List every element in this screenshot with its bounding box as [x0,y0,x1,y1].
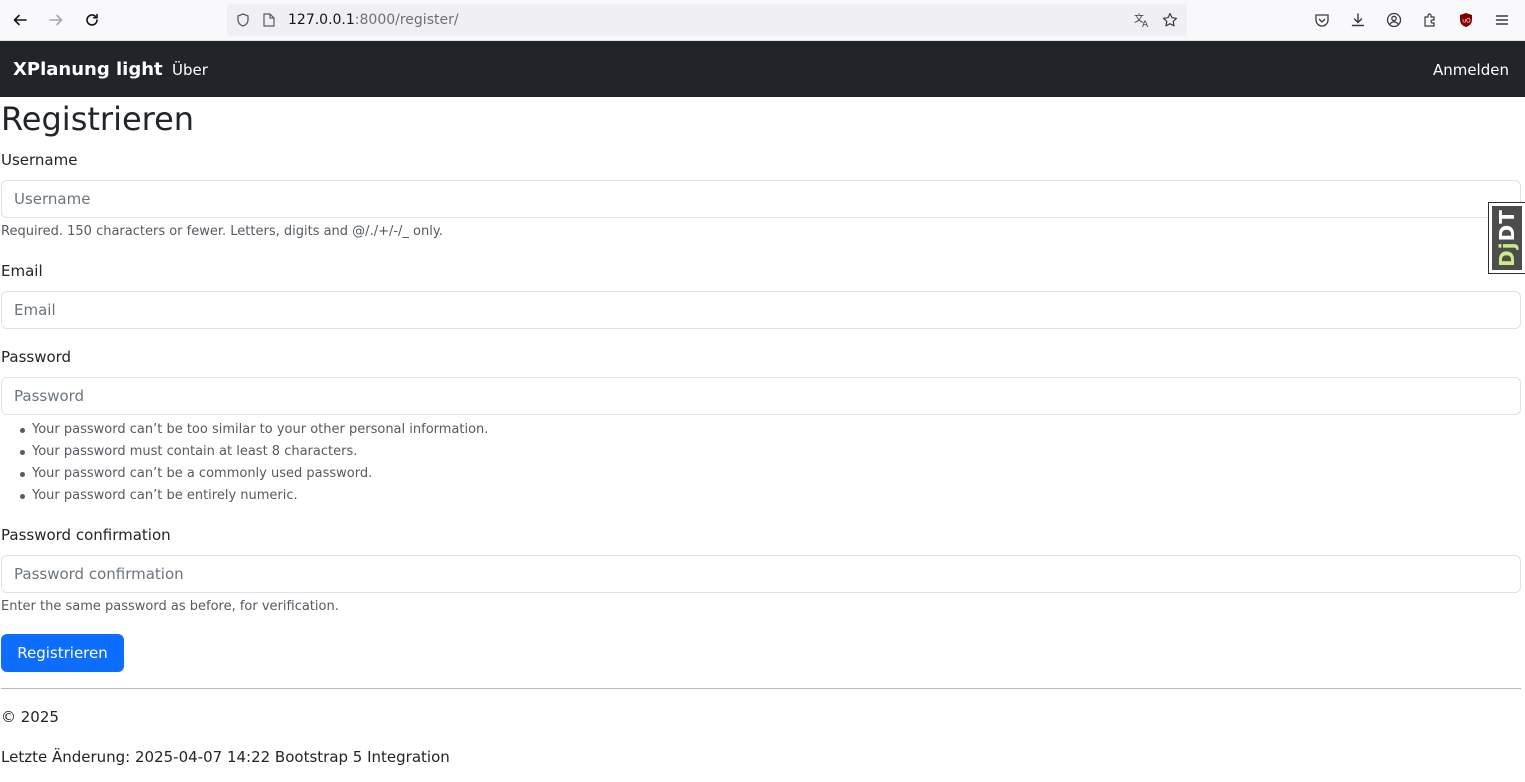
email-input[interactable] [1,291,1521,329]
reload-button[interactable] [80,8,104,32]
password-confirmation-help: Enter the same password as before, for v… [1,599,339,614]
brand-link[interactable]: XPlanung light [13,59,163,80]
translate-icon[interactable]: 文A [1134,12,1150,28]
email-label: Email [1,262,43,280]
footer-copyright: © 2025 [1,708,59,726]
username-input[interactable] [1,180,1521,218]
svg-text:uO: uO [1462,18,1471,25]
page-title: Registrieren [1,100,195,138]
menu-icon[interactable] [1492,10,1512,30]
shield-icon[interactable] [235,12,251,28]
password-help-item: Your password must contain at least 8 ch… [19,441,488,463]
password-help-item: Your password can’t be a commonly used p… [19,463,488,485]
password-label: Password [1,348,72,366]
url-bar[interactable]: 127.0.0.1:8000/register/ 文A [227,4,1187,36]
password-confirmation-input[interactable] [1,555,1521,593]
account-icon[interactable] [1384,10,1404,30]
browser-toolbar: 127.0.0.1:8000/register/ 文A uO [0,0,1525,41]
password-help-item: Your password can’t be too similar to yo… [19,419,488,441]
url-text[interactable]: 127.0.0.1:8000/register/ [288,12,459,28]
url-path: :8000/register/ [354,12,459,28]
password-help-item: Your password can’t be entirely numeric. [19,485,488,507]
username-label: Username [1,151,78,169]
page-icon[interactable] [261,12,277,28]
debug-toolbar-prefix: Dj [1495,241,1519,267]
nav-link-login[interactable]: Anmelden [1433,61,1509,79]
pocket-icon[interactable] [1312,10,1332,30]
password-help-list: Your password can’t be too similar to yo… [19,419,488,507]
debug-toolbar-label: DjDT [1495,209,1519,267]
ublock-icon[interactable]: uO [1456,10,1476,30]
back-button[interactable] [8,8,32,32]
bookmark-star-icon[interactable] [1162,12,1178,28]
footer-divider [1,688,1521,689]
password-input[interactable] [1,377,1521,415]
arrow-right-icon [49,14,63,26]
navbar: XPlanung light Über Anmelden [0,41,1525,97]
footer-last-change: Letzte Änderung: 2025-04-07 14:22 Bootst… [1,748,450,766]
username-help: Required. 150 characters or fewer. Lette… [1,224,443,239]
download-icon[interactable] [1348,10,1368,30]
debug-toolbar-handle[interactable]: DjDT [1488,202,1525,274]
register-button[interactable]: Registrieren [1,634,124,672]
extensions-icon[interactable] [1420,10,1440,30]
debug-toolbar-logo: DjDT [1492,206,1522,270]
forward-button[interactable] [44,8,68,32]
password-confirmation-label: Password confirmation [1,526,171,544]
url-host: 127.0.0.1 [288,12,355,28]
nav-link-about[interactable]: Über [172,61,208,79]
arrow-left-icon [13,14,27,26]
svg-text:A: A [1142,20,1149,28]
debug-toolbar-suffix: DT [1495,209,1519,242]
reload-icon [86,13,98,26]
